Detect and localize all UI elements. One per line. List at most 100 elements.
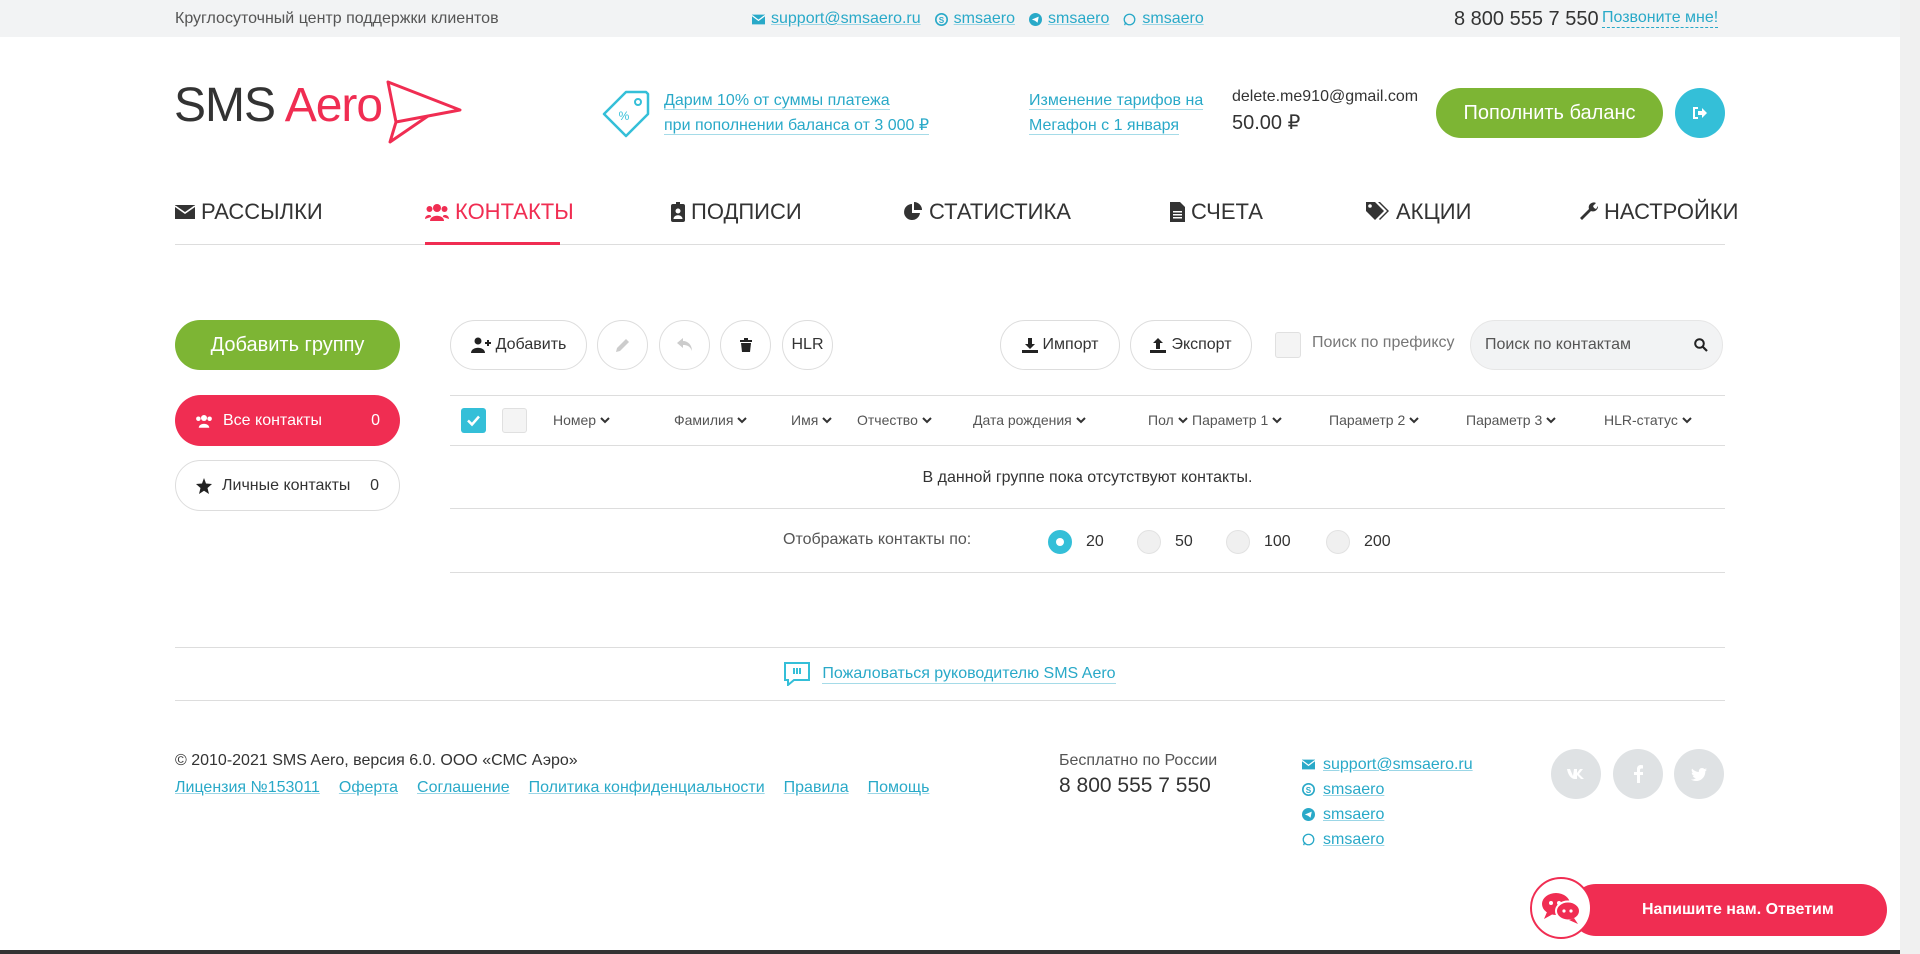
col-param1[interactable]: Параметр 1 [1192,412,1282,428]
support-text: Круглосуточный центр поддержки клиентов [175,10,499,27]
delete-button[interactable] [720,320,771,370]
nav-settings[interactable]: НАСТРОЙКИ [1578,192,1738,232]
account-info: delete.me910@gmail.com 50.00 ₽ [1232,88,1418,135]
radio-selected[interactable] [1048,530,1072,554]
nav-signatures[interactable]: ПОДПИСИ [671,192,802,232]
nav-contacts[interactable]: КОНТАКТЫ [425,192,574,232]
chevron-down-icon [1546,416,1556,423]
add-contact-button[interactable]: Добавить [450,320,587,370]
col-param2[interactable]: Параметр 2 [1329,412,1419,428]
prefix-search-checkbox[interactable] [1275,332,1301,358]
nav-invoices[interactable]: СЧЕТА [1170,192,1263,232]
col-patronymic[interactable]: Отчество [857,412,932,428]
footer-link-offer[interactable]: Оферта [339,779,398,797]
check-icon [467,415,480,427]
footer-telegram-link[interactable]: smsaero [1323,802,1384,827]
footer-link-help[interactable]: Помощь [868,779,930,797]
free-call-label: Бесплатно по России [1059,752,1218,769]
top-whatsapp-link[interactable]: smsaero [1142,10,1203,28]
add-group-button[interactable]: Добавить группу [175,320,400,370]
col-hlr-status[interactable]: HLR-статус [1604,412,1692,428]
per-page-option-200[interactable]: 200 [1326,530,1391,554]
chevron-down-icon [1272,416,1282,423]
main-nav: РАССЫЛКИ КОНТАКТЫ ПОДПИСИ СТАТИСТИКА СЧЕ… [175,190,1738,245]
add-contact-label: Добавить [495,336,567,353]
top-skype-link[interactable]: smsaero [954,10,1015,28]
select-all-checkbox[interactable] [461,408,486,433]
import-button[interactable]: Импорт [1000,320,1120,370]
footer-skype-link[interactable]: smsaero [1323,777,1384,802]
topup-balance-button[interactable]: Пополнить баланс [1436,88,1663,138]
nav-statistics[interactable]: СТАТИСТИКА [903,192,1071,232]
per-page-option-50[interactable]: 50 [1137,530,1193,554]
whatsapp-icon [1302,833,1315,846]
complaint-link[interactable]: Пожаловаться руководителю SMS Aero [822,665,1116,684]
footer-link-rules[interactable]: Правила [784,779,849,797]
nav-mailings[interactable]: РАССЫЛКИ [175,192,323,232]
tariff-news-link[interactable]: Изменение тарифов на Мегафон с 1 января [1029,88,1204,138]
top-telegram-link[interactable]: smsaero [1048,10,1109,28]
svg-text:S: S [1306,786,1312,795]
search-input[interactable] [1485,336,1675,354]
footer-link-license[interactable]: Лицензия №153011 [175,779,320,797]
footer-link-privacy[interactable]: Политика конфиденциальности [529,779,765,797]
col-param3[interactable]: Параметр 3 [1466,412,1556,428]
select-page-checkbox[interactable] [502,408,527,433]
chat-widget[interactable]: Напишите нам. Ответим сразу! [1530,877,1887,954]
promo-line1[interactable]: Дарим 10% от суммы платежа [664,92,890,110]
logout-button[interactable] [1675,88,1725,138]
tariff-line2[interactable]: Мегафон с 1 января [1029,117,1180,135]
group-count: 0 [371,411,380,429]
radio[interactable] [1137,530,1161,554]
group-label: Все контакты [223,411,322,429]
radio[interactable] [1326,530,1350,554]
footer-whatsapp-link[interactable]: smsaero [1323,827,1384,852]
top-email-link[interactable]: support@smsaero.ru [771,10,921,28]
col-surname[interactable]: Фамилия [674,412,748,428]
chat-bubble[interactable] [1530,877,1592,939]
nav-promotions[interactable]: АКЦИИ [1366,192,1471,232]
promo-line2[interactable]: при пополнении баланса от 3 000 ₽ [664,117,930,135]
tariff-line1[interactable]: Изменение тарифов на [1029,92,1204,110]
group-count: 0 [370,476,379,494]
edit-button[interactable] [597,320,648,370]
facebook-button[interactable] [1613,749,1663,799]
download-icon [1021,337,1038,353]
prefix-search-label: Поиск по префиксу [1312,334,1455,351]
call-me-link[interactable]: Позвоните мне! [1602,9,1719,28]
scrollbar[interactable] [1900,0,1920,954]
col-name[interactable]: Имя [791,412,832,428]
col-number[interactable]: Номер [553,412,610,428]
group-personal-contacts[interactable]: Личные контакты 0 [175,460,400,511]
chevron-down-icon [1076,416,1086,423]
radio[interactable] [1226,530,1250,554]
col-birthdate[interactable]: Дата рождения [973,412,1086,428]
chevron-down-icon [1682,416,1692,423]
twitter-button[interactable] [1674,749,1724,799]
skype-icon: S [934,12,948,26]
skype-icon: S [1302,783,1315,796]
vk-button[interactable] [1551,749,1601,799]
hlr-button[interactable]: HLR [782,320,833,370]
trash-icon [739,338,752,352]
group-label: Личные контакты [222,476,351,494]
footer-email-link[interactable]: support@smsaero.ru [1323,752,1473,777]
export-button[interactable]: Экспорт [1130,320,1252,370]
group-all-contacts[interactable]: Все контакты 0 [175,395,400,446]
col-gender[interactable]: Пол [1148,412,1188,428]
per-page-label: Отображать контакты по: [783,531,972,548]
export-label: Экспорт [1171,336,1232,353]
undo-button[interactable] [659,320,710,370]
reply-icon [676,338,692,351]
logo[interactable]: SMS Aero [174,78,383,133]
promo-banner[interactable]: % Дарим 10% от суммы платежа при пополне… [600,88,930,140]
search-icon[interactable] [1694,338,1708,352]
col-label: HLR-статус [1604,412,1678,428]
col-label: Параметр 1 [1192,412,1269,428]
twitter-icon [1691,767,1707,781]
chat-label[interactable]: Напишите нам. Ответим сразу! [1570,884,1887,954]
per-page-option-100[interactable]: 100 [1226,530,1291,554]
top-phone: 8 800 555 7 550 [1454,8,1599,30]
footer-link-agreement[interactable]: Соглашение [417,779,510,797]
per-page-option-20[interactable]: 20 [1048,530,1104,554]
